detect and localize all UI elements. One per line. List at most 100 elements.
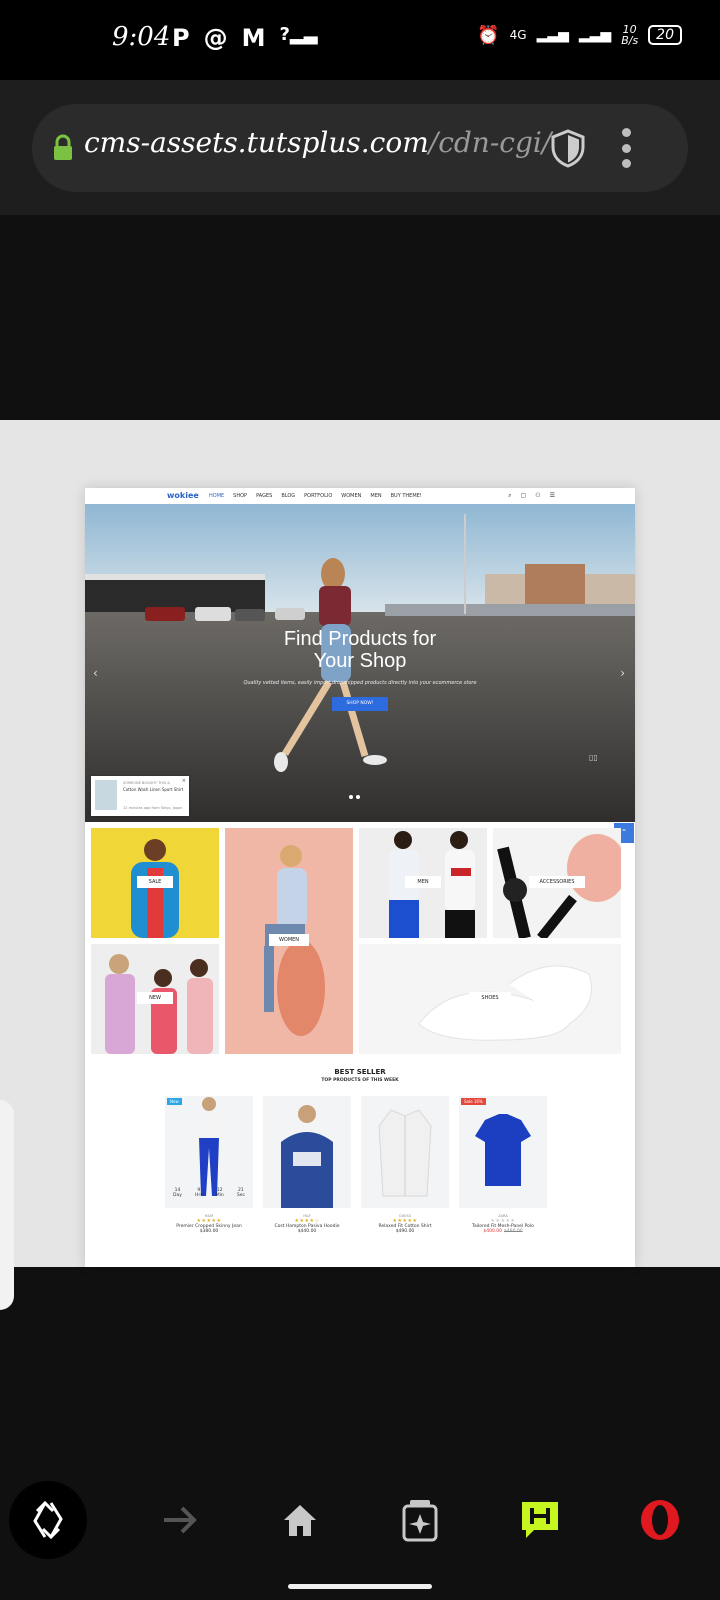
- product-card[interactable]: Sale 16% ZARA ★★★★★ Tailored Fit Mesh-Pa…: [459, 1096, 547, 1234]
- side-panel-handle[interactable]: [0, 1100, 14, 1310]
- product-price: $490.00: [395, 1229, 415, 1234]
- countdown-timer: 14 Day 9 Hrs 12 Min 21 Sec: [173, 1188, 245, 1198]
- user-icon[interactable]: ⚇: [535, 492, 540, 500]
- slider-prev-icon[interactable]: ‹: [93, 666, 98, 680]
- notification-line1: SOMEONE BOUGHT THIS &: [123, 781, 171, 785]
- countdown-minutes: 12 Min: [215, 1188, 224, 1198]
- url-path: /cdn-cgi/imag: [428, 126, 554, 159]
- product-price: $380.00: [199, 1229, 219, 1234]
- bag-icon[interactable]: ▢: [521, 492, 527, 500]
- category-women[interactable]: WOMEN: [225, 828, 353, 1054]
- url-text[interactable]: cms-assets.tutsplus.com/cdn-cgi/imag: [84, 126, 554, 159]
- network-label: 4G: [509, 28, 527, 42]
- notification-product: Cotton Wash Linen Sport Shirt: [123, 787, 184, 792]
- category-label-new: NEW: [137, 992, 173, 1004]
- product-image[interactable]: [263, 1096, 351, 1208]
- tab-switch-icon[interactable]: [8, 1480, 88, 1560]
- alarm-icon: ⏰: [477, 24, 500, 46]
- chat-icon[interactable]: [500, 1480, 580, 1560]
- category-label-men: MEN: [405, 876, 441, 888]
- status-bar: 9:04 P @ M ?▂▃ ⏰ 4G ▂▃▅ ▂▃▅ 10 B/s 20: [0, 0, 720, 80]
- hero-title-line1: Find Products for: [283, 628, 437, 650]
- product-card[interactable]: GUESS ★★★★★ Relaxed Fit Cotton Shirt $49…: [361, 1096, 449, 1234]
- category-label-women: WOMEN: [269, 934, 309, 946]
- countdown-seconds: 21 Sec: [236, 1188, 245, 1198]
- home-icon[interactable]: [260, 1480, 340, 1560]
- product-card[interactable]: New 14 Day 9 Hrs 12 Min 21 Sec H&M ★★★★★ Pre…: [165, 1096, 253, 1234]
- nav-portfolio[interactable]: PORTFOLIO: [304, 493, 332, 499]
- shield-icon[interactable]: [548, 128, 588, 168]
- battery-icon: 20: [648, 25, 682, 45]
- category-sale[interactable]: SALE: [91, 828, 219, 938]
- nav-pages[interactable]: PAGES: [256, 493, 272, 499]
- category-label-accessories: ACCESSORIES: [529, 876, 585, 888]
- product-badge-new: New: [167, 1098, 182, 1105]
- product-badge-sale: Sale 16%: [461, 1098, 486, 1105]
- nav-blog[interactable]: BLOG: [281, 493, 295, 499]
- system-icons: ⏰ 4G ▂▃▅ ▂▃▅ 10 B/s 20: [477, 24, 682, 46]
- header-icons: ⌕ ▢ ⚇ ☰: [508, 492, 555, 500]
- notification-icons: P @ M ?▂▃: [172, 24, 318, 52]
- slider-dots[interactable]: [349, 795, 360, 799]
- site-logo[interactable]: wokiee: [167, 491, 199, 500]
- category-men[interactable]: MEN: [359, 828, 487, 938]
- category-label-shoes: SHOES: [469, 992, 511, 1004]
- countdown-days: 14 Day: [173, 1188, 182, 1198]
- speed-dial-icon[interactable]: [380, 1480, 460, 1560]
- product-image[interactable]: [361, 1096, 449, 1208]
- product-image[interactable]: New 14 Day 9 Hrs 12 Min 21 Sec: [165, 1096, 253, 1208]
- speed-unit: B/s: [621, 34, 639, 47]
- website-screenshot: wokiee HOME SHOP PAGES BLOG PORTFOLIO WO…: [85, 488, 635, 1267]
- category-label-sale: SALE: [137, 876, 173, 888]
- category-new[interactable]: NEW: [91, 944, 219, 1054]
- product-price: $400.00 $480.00: [459, 1229, 547, 1234]
- best-seller-title: BEST SELLER: [334, 1068, 386, 1076]
- countdown-hours: 9 Hrs: [195, 1188, 203, 1198]
- category-shoes[interactable]: SHOES: [359, 944, 621, 1054]
- slider-next-icon[interactable]: ›: [620, 666, 625, 680]
- hero-banner: Find Products for Your Shop Quality vett…: [85, 504, 635, 822]
- notification-time: 12 minutes ago from Tokyo, Japan: [123, 806, 183, 810]
- nav-men[interactable]: MEN: [370, 493, 381, 499]
- nav-home[interactable]: HOME: [209, 493, 224, 499]
- nav-shop[interactable]: SHOP: [233, 493, 247, 499]
- nav-women[interactable]: WOMEN: [341, 493, 361, 499]
- nav-buy-theme[interactable]: BUY THEME!: [391, 493, 422, 499]
- lock-icon: [54, 134, 72, 160]
- more-vert-icon[interactable]: [620, 128, 632, 168]
- opera-icon[interactable]: [620, 1480, 700, 1560]
- product-image[interactable]: Sale 16%: [459, 1096, 547, 1208]
- shop-now-button[interactable]: SHOP NOW!: [332, 697, 388, 711]
- sales-notification[interactable]: SOMEONE BOUGHT THIS & Cotton Wash Linen …: [91, 776, 189, 816]
- product-photo: [475, 1114, 531, 1186]
- search-icon[interactable]: ⌕: [508, 492, 511, 500]
- best-seller-subtitle: TOP PRODUCTS OF THIS WEEK: [321, 1078, 399, 1083]
- product-card[interactable]: H&F ★★★★☆ Cost Hampton Pasiva Hoodie $44…: [263, 1096, 351, 1234]
- product-price: $440.00: [297, 1229, 317, 1234]
- product-photo: [378, 1109, 432, 1197]
- status-time: 9:04: [112, 22, 171, 52]
- product-photo: [281, 1105, 333, 1208]
- address-bar[interactable]: cms-assets.tutsplus.com/cdn-cgi/imag: [32, 104, 688, 192]
- notification-thumbnail: [95, 780, 117, 810]
- signal-icon-2: ▂▃▅: [578, 27, 612, 43]
- bottom-navigation: [0, 1460, 720, 1600]
- category-accessories[interactable]: ACCESSORIES: [493, 828, 621, 938]
- hero-content: Find Products for Your Shop Quality vett…: [85, 628, 635, 711]
- url-domain: cms-assets.tutsplus.com: [84, 126, 429, 159]
- browser-toolbar: cms-assets.tutsplus.com/cdn-cgi/imag: [0, 80, 720, 215]
- p-icon: P: [172, 24, 190, 52]
- swirl-app-icon: @: [203, 24, 228, 52]
- forward-icon[interactable]: [140, 1480, 220, 1560]
- hero-subtitle: Quality vetted items, easily import drop…: [243, 680, 477, 686]
- image-viewer: wokiee HOME SHOP PAGES BLOG PORTFOLIO WO…: [0, 420, 720, 1267]
- old-price: $480.00: [504, 1229, 523, 1234]
- close-icon[interactable]: ×: [182, 778, 186, 784]
- signal-icon: ▂▃▅: [536, 27, 569, 43]
- pause-icon[interactable]: ▯▯: [589, 753, 598, 762]
- gmail-icon: M: [241, 24, 266, 52]
- network-speed: 10 B/s: [621, 24, 638, 46]
- home-indicator[interactable]: [288, 1584, 432, 1589]
- settings-icon[interactable]: ☰: [550, 492, 555, 500]
- hero-title-line2: Your Shop: [313, 650, 407, 672]
